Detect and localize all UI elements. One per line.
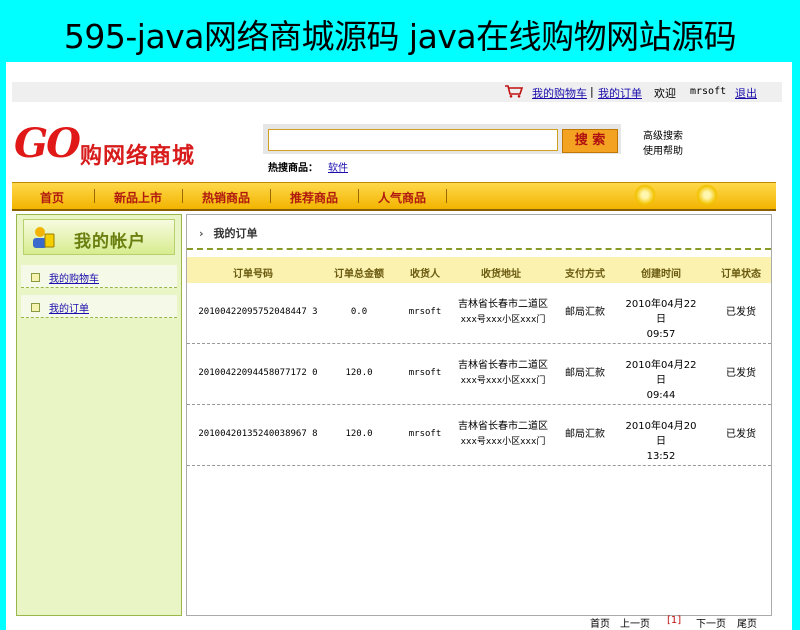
address-line: 吉林省长春市二道区	[458, 421, 548, 432]
logo-mark: GO	[14, 120, 81, 167]
cart-icon[interactable]	[504, 84, 524, 98]
column-header: 订单总金额	[334, 269, 384, 280]
order-payment: 邮局汇款	[565, 368, 605, 379]
search-input[interactable]	[268, 129, 558, 151]
order-time: 09:57	[646, 329, 676, 340]
pager-first[interactable]: 首页	[590, 615, 610, 630]
order-amount: 0.0	[350, 307, 368, 317]
address-line: 吉林省长春市二道区	[458, 360, 548, 371]
username: mrsoft	[690, 86, 727, 97]
order-created: 2010年04月22日 09:57	[621, 297, 701, 342]
order-created: 2010年04月22日 09:44	[621, 358, 701, 403]
table-row[interactable]: 20100420135240038967 8 120.0 mrsoft 吉林省长…	[187, 405, 771, 466]
account-sidebar: 我的帐户 我的购物车 我的订单	[16, 214, 182, 616]
address-line: xxx号xxx小区xxx门	[460, 315, 546, 325]
column-header: 创建时间	[641, 269, 681, 280]
my-orders-link[interactable]: 我的订单	[598, 85, 642, 101]
pager-last[interactable]: 尾页	[737, 615, 757, 630]
page-title: › 我的订单	[199, 225, 258, 241]
sidebar-item-cart[interactable]: 我的购物车	[21, 265, 177, 288]
advanced-search-link[interactable]: 高级搜索	[643, 127, 683, 142]
order-id: 20100422094458077172 0	[198, 368, 318, 378]
help-link[interactable]: 使用帮助	[643, 142, 683, 157]
bullet-square-icon	[31, 303, 40, 312]
sidebar-item-label[interactable]: 我的订单	[49, 300, 89, 315]
table-row[interactable]: 20100422095752048447 3 0.0 mrsoft 吉林省长春市…	[187, 283, 771, 344]
nav-divider	[270, 189, 271, 203]
nav-divider	[94, 189, 95, 203]
column-header: 订单号码	[233, 269, 273, 280]
flower-decoration	[634, 184, 656, 206]
address-line: xxx号xxx小区xxx门	[460, 376, 546, 386]
bullet-square-icon	[31, 273, 40, 282]
order-address: 吉林省长春市二道区 xxx号xxx小区xxx门	[453, 419, 553, 450]
web-page: 我的购物车 | 我的订单 欢迎 mrsoft 退出 GO 购网络商城 搜 索 高…	[6, 62, 792, 630]
welcome-text: 欢迎	[654, 87, 676, 100]
order-id: 20100420135240038967 8	[198, 429, 318, 439]
order-status: 已发货	[726, 307, 756, 318]
separator: |	[590, 85, 594, 98]
divider	[187, 248, 771, 250]
nav-new-arrivals[interactable]: 新品上市	[114, 189, 162, 206]
order-receiver: mrsoft	[408, 368, 442, 378]
logout-link[interactable]: 退出	[735, 85, 757, 101]
address-line: 吉林省长春市二道区	[458, 299, 548, 310]
site-logo[interactable]: GO 购网络商城	[14, 120, 224, 170]
order-address: 吉林省长春市二道区 xxx号xxx小区xxx门	[453, 297, 553, 328]
order-date: 2010年04月20日	[625, 421, 697, 447]
order-time: 13:52	[646, 451, 676, 462]
order-date: 2010年04月22日	[625, 360, 697, 386]
orders-panel: › 我的订单 订单号码 订单总金额 收货人 收货地址 支付方式 创建时间 订单状态…	[186, 214, 772, 616]
main-nav: 首页 新品上市 热销商品 推荐商品 人气商品	[12, 182, 776, 211]
nav-recommended[interactable]: 推荐商品	[290, 189, 338, 206]
pager-next[interactable]: 下一页	[696, 615, 726, 630]
banner-title: 595-java网络商城源码 java在线购物网站源码	[63, 17, 737, 56]
order-amount: 120.0	[345, 368, 373, 378]
order-receiver: mrsoft	[408, 429, 442, 439]
account-title: 我的帐户	[74, 232, 146, 252]
search-button[interactable]: 搜 索	[562, 129, 618, 153]
hot-search-item[interactable]: 软件	[328, 159, 348, 174]
banner: 595-java网络商城源码 java在线购物网站源码	[0, 0, 800, 62]
nav-divider	[182, 189, 183, 203]
table-row[interactable]: 20100422094458077172 0 120.0 mrsoft 吉林省长…	[187, 344, 771, 405]
order-status: 已发货	[726, 368, 756, 379]
sidebar-item-label[interactable]: 我的购物车	[49, 270, 99, 285]
order-created: 2010年04月20日 13:52	[621, 419, 701, 464]
order-status: 已发货	[726, 429, 756, 440]
hot-search-label: 热搜商品：	[268, 163, 318, 174]
order-date: 2010年04月22日	[625, 299, 697, 325]
order-id: 20100422095752048447 3	[198, 307, 318, 317]
order-payment: 邮局汇款	[565, 307, 605, 318]
column-header: 支付方式	[565, 269, 605, 280]
flower-decoration	[696, 184, 718, 206]
account-header: 我的帐户	[23, 219, 175, 255]
column-header: 订单状态	[721, 269, 761, 280]
nav-popular[interactable]: 人气商品	[378, 189, 426, 206]
page-title-text: 我的订单	[213, 227, 258, 240]
order-amount: 120.0	[345, 429, 373, 439]
column-header: 收货人	[410, 269, 440, 280]
top-bar: 我的购物车 | 我的订单 欢迎 mrsoft 退出	[12, 82, 782, 102]
order-payment: 邮局汇款	[565, 429, 605, 440]
nav-hot-sellers[interactable]: 热销商品	[202, 189, 250, 206]
order-time: 09:44	[646, 390, 676, 401]
chevron-right-icon: ›	[199, 227, 204, 240]
my-cart-link[interactable]: 我的购物车	[532, 85, 587, 101]
pager-current: [1]	[667, 615, 682, 626]
order-receiver: mrsoft	[408, 307, 442, 317]
user-icon	[33, 227, 55, 248]
order-address: 吉林省长春市二道区 xxx号xxx小区xxx门	[453, 358, 553, 389]
column-header: 收货地址	[481, 269, 521, 280]
nav-home[interactable]: 首页	[40, 189, 64, 206]
nav-divider	[446, 189, 447, 203]
table-header: 订单号码 订单总金额 收货人 收货地址 支付方式 创建时间 订单状态	[187, 257, 771, 283]
sidebar-item-orders[interactable]: 我的订单	[21, 295, 177, 318]
nav-divider	[358, 189, 359, 203]
pager-prev[interactable]: 上一页	[620, 615, 650, 630]
logo-text: 购网络商城	[80, 144, 196, 169]
address-line: xxx号xxx小区xxx门	[460, 437, 546, 447]
